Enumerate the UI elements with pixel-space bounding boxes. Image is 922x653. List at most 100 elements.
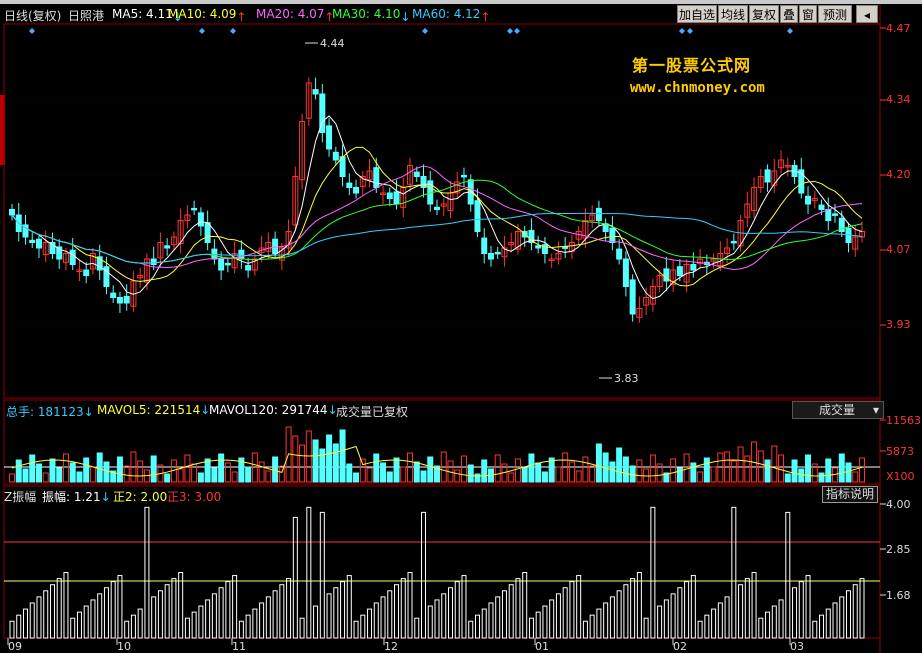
volume-bar — [319, 448, 326, 483]
amplitude-bar — [562, 587, 568, 639]
amplitude-bar — [373, 602, 379, 639]
amplitude-bar — [582, 620, 588, 639]
amplitude-bar — [144, 506, 150, 639]
amplitude-bar — [623, 584, 629, 639]
amplitude-bar — [515, 578, 521, 639]
price-tick-label: 4.34 — [886, 93, 911, 106]
ma30-line — [11, 179, 863, 264]
signal-diamond — [514, 28, 520, 34]
amplitude-bar — [751, 572, 757, 639]
amplitude-bar — [184, 617, 190, 639]
volume-bar — [22, 468, 29, 483]
volume-bar — [211, 467, 218, 483]
volume-bar — [852, 471, 859, 483]
amplitude-bar — [164, 584, 170, 639]
volume-bar — [589, 465, 596, 483]
amplitude-bar — [353, 620, 359, 639]
amplitude-bar — [292, 516, 298, 639]
volume-bar — [96, 452, 103, 483]
volume-bar — [764, 459, 771, 483]
volume-bar — [778, 454, 785, 483]
indicator-tick-label: 1.68 — [886, 589, 911, 602]
volume-bar — [393, 457, 400, 483]
amplitude-bar — [677, 587, 683, 639]
amplitude-bar — [643, 617, 649, 639]
amplitude-bar — [49, 584, 55, 639]
amplitude-bar — [481, 608, 487, 639]
amplitude-bar — [124, 620, 130, 639]
signal-diamond — [199, 28, 205, 34]
price-tick-label: 3.93 — [886, 318, 911, 331]
price-tick-label: 4.20 — [886, 168, 911, 181]
volume-bar — [568, 461, 575, 483]
volume-bar — [42, 472, 49, 483]
amplitude-bar — [137, 608, 143, 639]
amplitude-bar — [90, 599, 96, 639]
amplitude-bar — [191, 611, 197, 639]
volume-bar — [224, 462, 231, 483]
amplitude-bar — [765, 611, 771, 639]
amplitude-bar — [286, 578, 292, 639]
candle-body — [764, 169, 771, 183]
indicator-name[interactable]: Z振幅 — [4, 488, 36, 505]
signal-diamond — [422, 28, 428, 34]
candle-body — [123, 295, 130, 304]
volume-bar — [521, 467, 528, 483]
date-tick-label: 09 — [8, 640, 22, 653]
amplitude-bar — [447, 587, 453, 639]
amplitude-bar — [340, 581, 346, 639]
chart-canvas[interactable]: 4.44 3.83 — [0, 0, 922, 653]
volume-bar — [184, 454, 191, 483]
volume-bar — [481, 459, 488, 483]
amplitude-bar — [178, 572, 184, 639]
candle-body — [346, 182, 353, 189]
amplitude-bar — [76, 611, 82, 639]
volume-bar — [616, 447, 623, 483]
volume-bar — [380, 462, 387, 483]
volume-bar — [784, 473, 791, 483]
amplitude-bar — [474, 614, 480, 639]
indicator-help-button[interactable]: 指标说明 — [822, 486, 878, 503]
volume-bar — [798, 468, 805, 483]
volume-bar — [29, 454, 36, 483]
amplitude-bar — [326, 593, 332, 639]
high-marker-label: 4.44 — [320, 37, 345, 50]
amplitude-bar — [313, 605, 319, 639]
amplitude-bar — [259, 602, 265, 639]
amplitude-bar — [825, 608, 831, 639]
mavol5: MAVOL5: 221514↓ — [97, 403, 211, 417]
volume-bar — [150, 455, 157, 483]
date-tick-label: 01 — [535, 640, 549, 653]
amplitude-bar — [549, 599, 555, 639]
amplitude-bar — [731, 506, 737, 639]
volume-bar — [292, 435, 299, 483]
volume-bar — [204, 458, 211, 483]
volume-bar — [622, 456, 629, 483]
amplitude-bar — [616, 590, 622, 639]
amplitude-bar — [758, 617, 764, 639]
volume-selector[interactable]: 成交量 ▾ — [792, 401, 884, 419]
candle-body — [224, 262, 231, 266]
volume-bar — [69, 462, 76, 483]
candle-body — [150, 258, 157, 265]
amplitude-bar — [576, 575, 582, 639]
amplitude-bar — [589, 614, 595, 639]
amplitude-bar — [407, 572, 413, 639]
candle-body — [35, 238, 42, 249]
amplitude-bar — [508, 584, 514, 639]
candle-body — [116, 297, 123, 304]
ma10-line — [11, 146, 863, 287]
date-tick-label: 10 — [117, 640, 131, 653]
amplitude-bar — [265, 596, 271, 639]
candle-body — [373, 167, 380, 188]
amplitude-bar — [29, 602, 35, 639]
amplitude-bar — [488, 602, 494, 639]
amplitude-bar — [211, 593, 217, 639]
candle-body — [83, 269, 90, 276]
volume-bar — [467, 464, 474, 483]
amplitude-bar — [434, 599, 440, 639]
candle-body — [487, 253, 494, 260]
volume-bar — [56, 467, 63, 483]
amplitude-bar — [83, 605, 89, 639]
amplitude-bar — [97, 593, 103, 639]
